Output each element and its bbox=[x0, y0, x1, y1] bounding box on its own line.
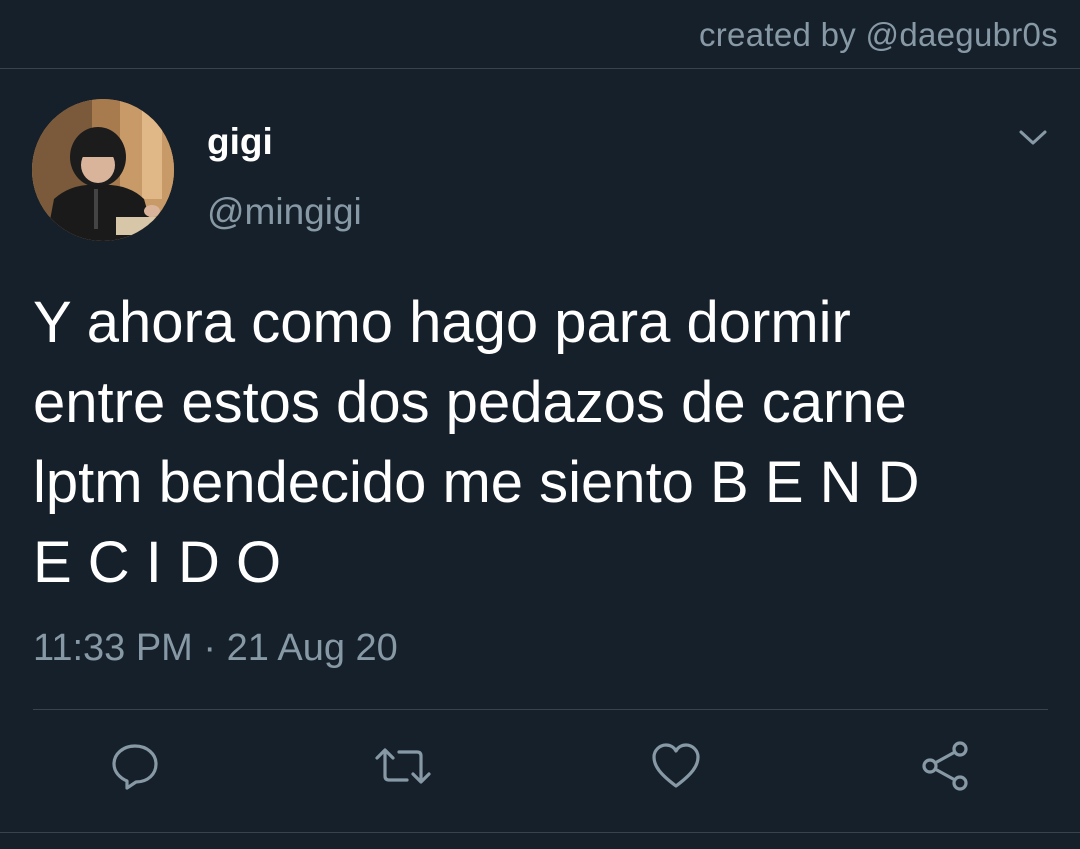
action-bar bbox=[0, 740, 1080, 800]
timestamp-separator: · bbox=[192, 627, 227, 669]
tweet-date: 21 Aug 20 bbox=[226, 627, 398, 669]
like-button[interactable] bbox=[648, 740, 704, 796]
tweet-time: 11:33 PM bbox=[33, 627, 193, 669]
retweet-icon bbox=[373, 740, 433, 797]
reply-button[interactable] bbox=[107, 740, 163, 796]
share-icon bbox=[918, 739, 972, 798]
heart-icon bbox=[650, 740, 702, 797]
tweet-screenshot: created by @daegubr0s gigi @mingigi Y ah… bbox=[0, 0, 1080, 849]
reply-icon bbox=[109, 740, 161, 797]
author-handle[interactable]: @mingigi bbox=[207, 191, 362, 233]
tweet-timestamp: 11:33 PM · 21 Aug 20 bbox=[33, 627, 398, 670]
divider bbox=[33, 709, 1048, 710]
credit-bar: created by @daegubr0s bbox=[0, 0, 1080, 69]
share-button[interactable] bbox=[917, 740, 973, 796]
credit-text: created by @daegubr0s bbox=[698, 16, 1058, 53]
chevron-down-icon[interactable] bbox=[1013, 122, 1053, 152]
retweet-button[interactable] bbox=[375, 740, 431, 796]
author-name[interactable]: gigi bbox=[207, 121, 273, 163]
bottom-divider bbox=[0, 832, 1080, 833]
tweet-text: Y ahora como hago para dormir entre esto… bbox=[33, 290, 920, 595]
avatar[interactable] bbox=[32, 99, 174, 241]
